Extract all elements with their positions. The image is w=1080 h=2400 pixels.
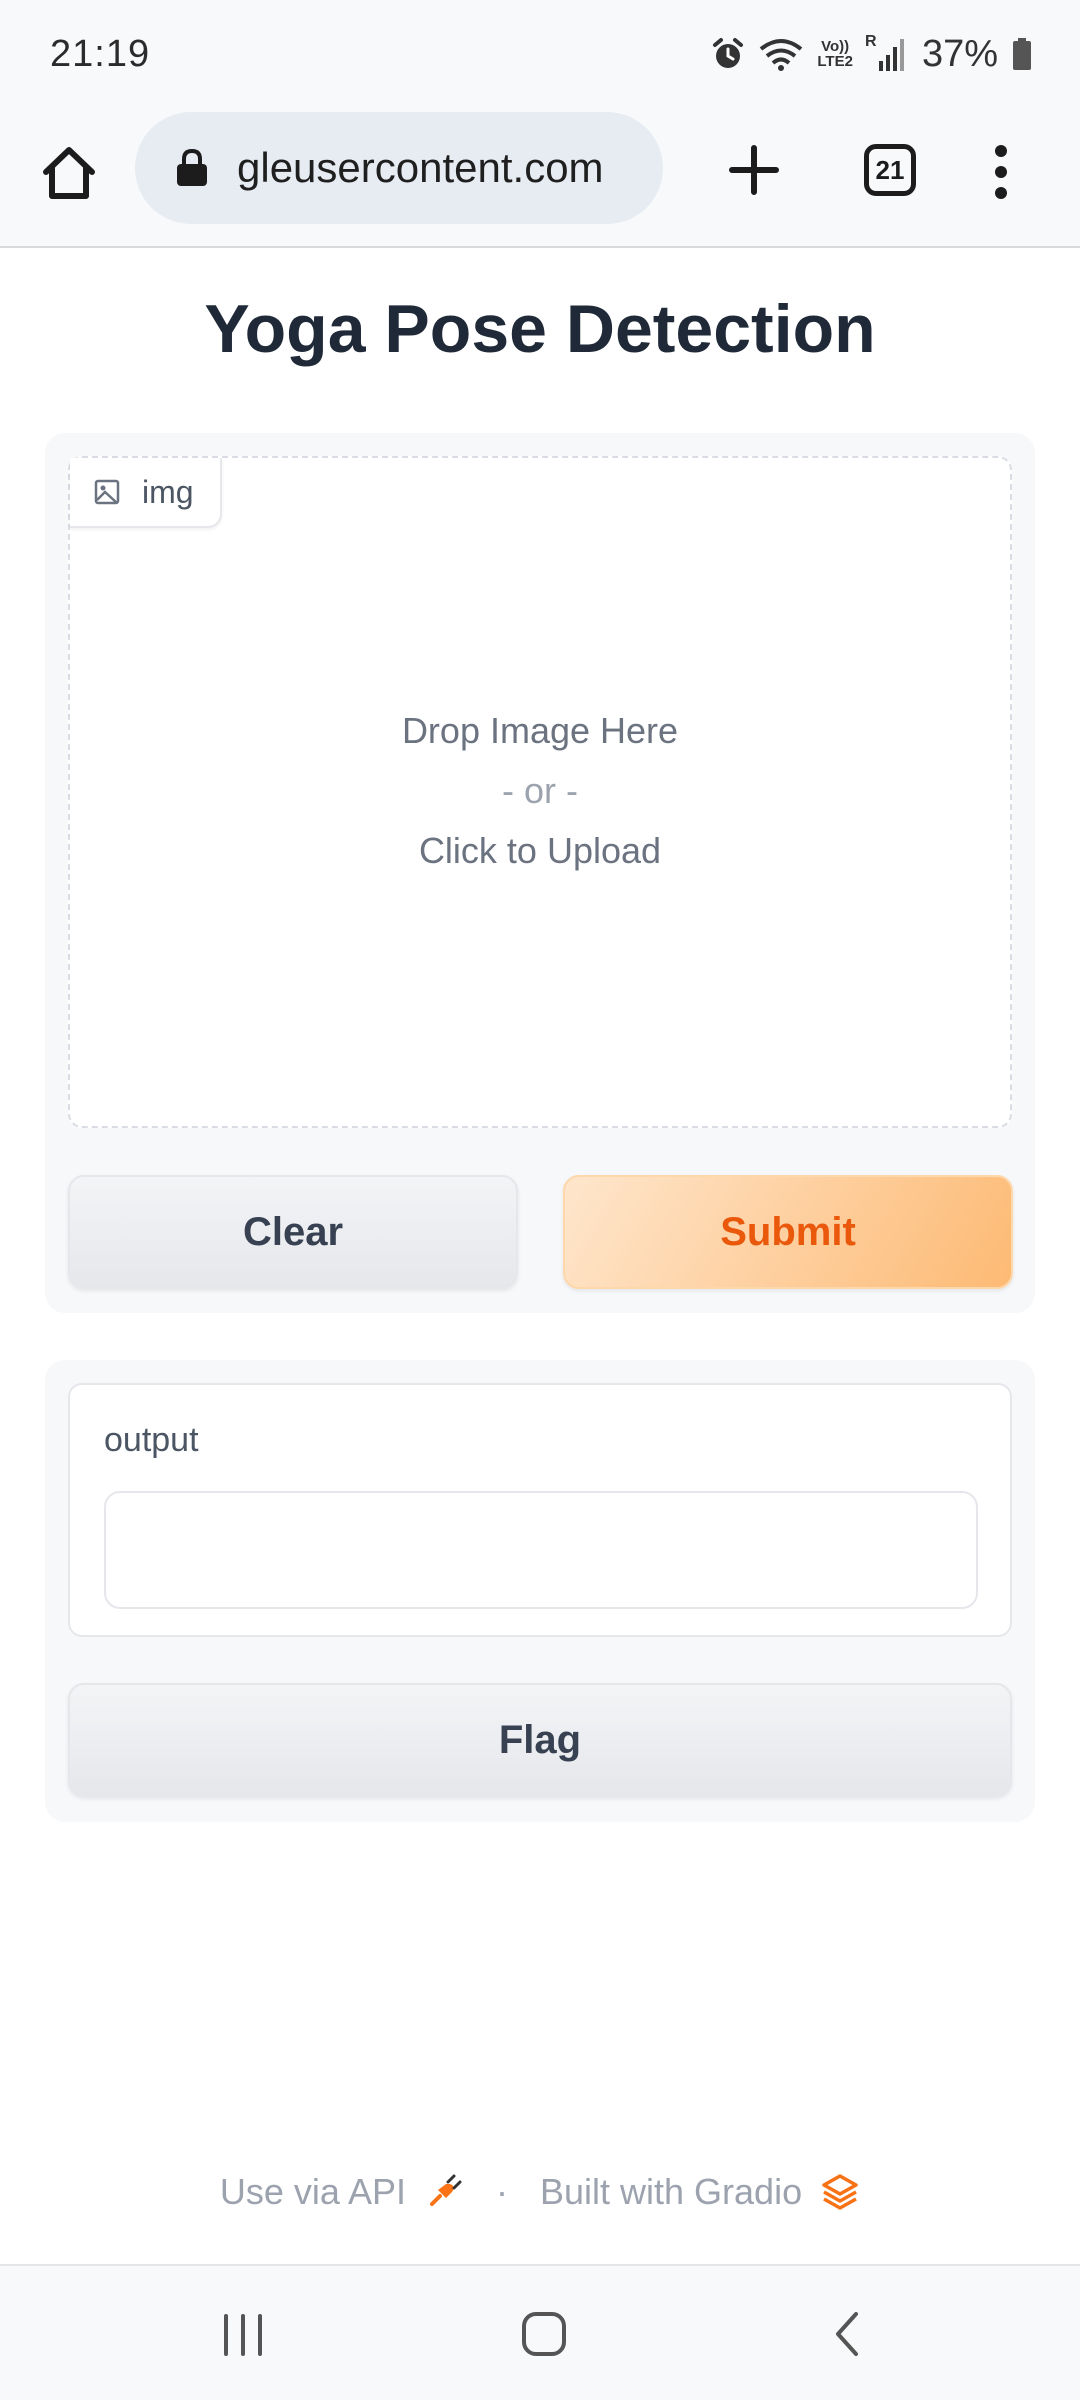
footer-separator: · xyxy=(495,2171,508,2212)
volte-lte2-icon: Vo)) LTE2 xyxy=(817,39,853,69)
volte-label: Vo)) xyxy=(821,38,850,55)
alarm-icon xyxy=(713,38,744,68)
clear-button[interactable]: Clear xyxy=(68,1175,518,1289)
output-block: output xyxy=(68,1383,1012,1637)
wifi-icon xyxy=(760,39,803,71)
recent-apps-icon[interactable] xyxy=(220,2312,266,2358)
flag-button[interactable]: Flag xyxy=(68,1683,1012,1797)
output-label: output xyxy=(104,1421,199,1459)
image-upload-dropzone[interactable]: img Drop Image Here - or - Click to Uplo… xyxy=(68,456,1012,1128)
or-separator-text: - or - xyxy=(502,770,578,811)
system-nav-bar xyxy=(0,2264,1080,2400)
output-textbox[interactable] xyxy=(104,1491,978,1609)
output-panel: output Flag xyxy=(45,1360,1035,1822)
signal-icon: R xyxy=(865,33,904,71)
image-label-tag: img xyxy=(70,458,222,528)
input-panel: img Drop Image Here - or - Click to Uplo… xyxy=(45,433,1035,1313)
lte-label: LTE2 xyxy=(817,53,853,70)
submit-button[interactable]: Submit xyxy=(563,1175,1013,1289)
status-icons: Vo)) LTE2 R 37% xyxy=(711,33,1032,76)
api-plug-icon[interactable] xyxy=(424,2172,464,2212)
built-with-gradio-link[interactable]: Built with Gradio xyxy=(540,2171,802,2213)
use-via-api-link[interactable]: Use via API xyxy=(220,2171,406,2213)
browser-toolbar: gleusercontent.com 21 xyxy=(0,108,1080,248)
roaming-label: R xyxy=(864,33,877,50)
tab-count: 21 xyxy=(875,154,905,185)
status-bar: 21:19 Vo)) LTE2 R 37% xyxy=(0,0,1080,108)
click-to-upload-text: Click to Upload xyxy=(418,830,662,871)
tabs-icon[interactable]: 21 xyxy=(864,144,916,196)
image-icon xyxy=(94,479,120,505)
plus-icon[interactable] xyxy=(722,138,786,202)
more-vert-icon[interactable] xyxy=(984,144,1018,200)
back-icon[interactable] xyxy=(828,2310,868,2358)
url-text: gleusercontent.com xyxy=(237,144,604,191)
battery-percent: 37% xyxy=(921,32,998,75)
home-icon[interactable] xyxy=(38,142,100,204)
home-nav-icon[interactable] xyxy=(520,2310,568,2358)
gradio-logo-icon xyxy=(822,2174,858,2210)
image-label: img xyxy=(142,473,194,510)
address-bar[interactable]: gleusercontent.com xyxy=(135,112,663,224)
battery-icon xyxy=(1013,38,1031,70)
page-title: Yoga Pose Detection xyxy=(204,291,876,367)
lock-icon xyxy=(177,148,207,186)
status-time: 21:19 xyxy=(50,32,151,75)
footer: Use via API · Built with Gradio xyxy=(0,2162,1080,2222)
drop-image-text: Drop Image Here xyxy=(401,710,679,751)
